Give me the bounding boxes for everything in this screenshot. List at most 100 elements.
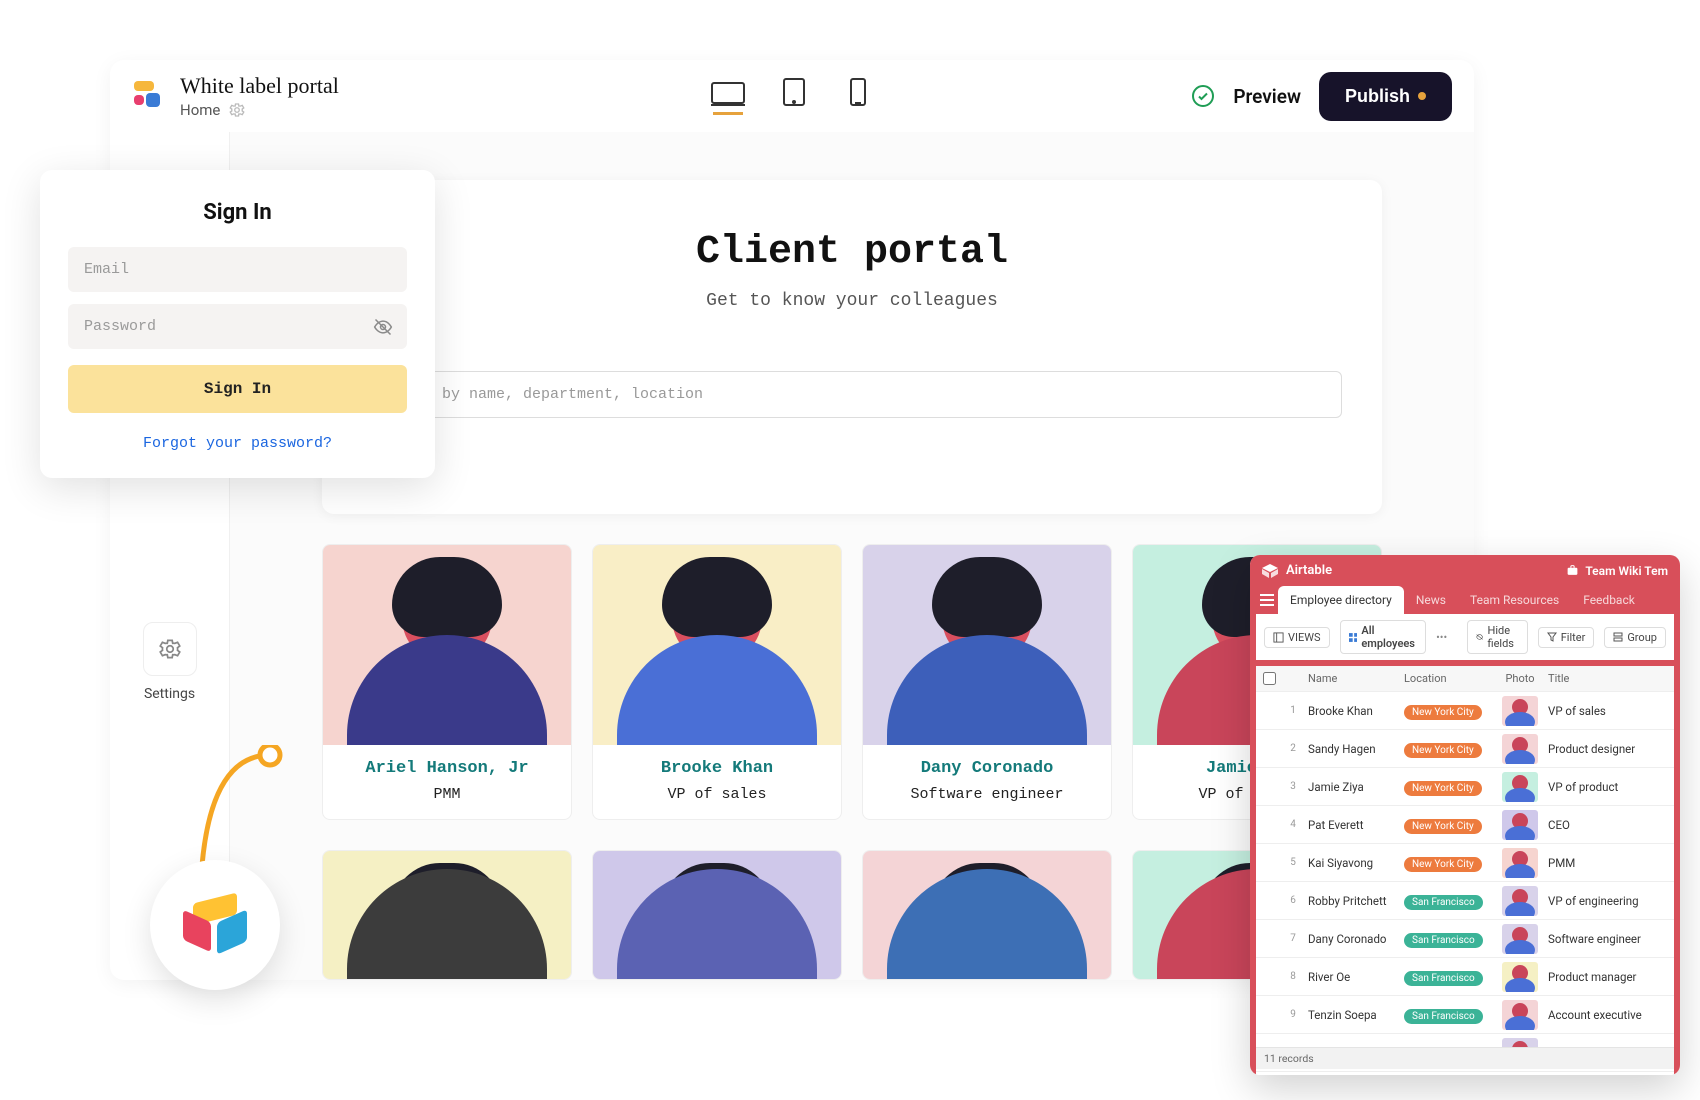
hamburger-icon[interactable] — [1256, 586, 1278, 614]
person-illustration — [863, 851, 1111, 979]
person-card[interactable] — [862, 850, 1112, 980]
cell-name[interactable]: Kai Siyavong — [1304, 856, 1404, 870]
cell-title[interactable]: CEO — [1544, 818, 1674, 832]
photo-thumb[interactable] — [1502, 772, 1538, 802]
person-card[interactable] — [592, 850, 842, 980]
select-all-checkbox[interactable] — [1263, 672, 1276, 685]
publish-button-label: Publish — [1345, 86, 1410, 107]
airtable-workspace-name[interactable]: Team Wiki Tem — [1566, 564, 1668, 578]
photo-thumb[interactable] — [1502, 696, 1538, 726]
portal-subtitle: Get to know your colleagues — [362, 291, 1342, 311]
page-title: White label portal — [180, 73, 339, 99]
table-row[interactable]: 9Tenzin SoepaSan FranciscoAccount execut… — [1256, 996, 1674, 1034]
gear-icon[interactable] — [228, 101, 246, 119]
desktop-icon — [711, 82, 745, 106]
table-row[interactable]: 8River OeSan FranciscoProduct manager — [1256, 958, 1674, 996]
breadcrumb[interactable]: Home — [180, 101, 220, 119]
signin-button[interactable]: Sign In — [68, 365, 407, 413]
cell-title[interactable]: VP of engineering — [1544, 894, 1674, 908]
person-name: Dany Coronado — [921, 759, 1054, 778]
eye-off-icon[interactable] — [373, 317, 393, 337]
person-card[interactable] — [322, 850, 572, 980]
hide-fields-button[interactable]: Hide fields — [1467, 620, 1527, 654]
status-check-icon — [1191, 84, 1215, 108]
view-selector[interactable]: All employees — [1340, 620, 1427, 654]
cell-title[interactable]: Product manager — [1544, 970, 1674, 984]
photo-thumb[interactable] — [1502, 962, 1538, 992]
cell-title[interactable]: VP of sales — [1544, 704, 1674, 718]
person-name: Brooke Khan — [661, 759, 773, 778]
person-card[interactable]: Ariel Hanson, JrPMM — [322, 544, 572, 820]
views-button[interactable]: VIEWS — [1264, 627, 1330, 648]
cell-title[interactable]: Account executive — [1544, 1008, 1674, 1022]
person-card[interactable]: Dany CoronadoSoftware engineer — [862, 544, 1112, 820]
airtable-brand: Airtable — [1286, 563, 1332, 578]
row-index: 1 — [1282, 705, 1304, 716]
table-row[interactable]: 1Brooke KhanNew York CityVP of sales — [1256, 692, 1674, 730]
photo-thumb[interactable] — [1502, 886, 1538, 916]
table-row[interactable]: 3Jamie ZiyaNew York CityVP of product — [1256, 768, 1674, 806]
device-desktop-button[interactable] — [711, 82, 745, 115]
gear-icon — [157, 636, 183, 662]
cell-name[interactable]: Brooke Khan — [1304, 704, 1404, 718]
record-count: 11 records — [1256, 1047, 1674, 1069]
photo-thumb[interactable] — [1502, 1000, 1538, 1030]
airtable-tab[interactable]: Employee directory — [1278, 586, 1404, 614]
device-mobile-button[interactable] — [843, 78, 873, 115]
preview-link[interactable]: Preview — [1233, 85, 1301, 108]
airtable-grid: Name Location Photo Title 1Brooke KhanNe… — [1250, 666, 1680, 1075]
cell-name[interactable]: Jamie Ziya — [1304, 780, 1404, 794]
airtable-logo-icon — [1262, 564, 1278, 578]
forgot-password-link[interactable]: Forgot your password? — [68, 435, 407, 452]
email-field[interactable] — [68, 247, 407, 292]
tablet-icon — [783, 78, 805, 106]
table-row[interactable]: 6Robby PritchettSan FranciscoVP of engin… — [1256, 882, 1674, 920]
group-icon — [1613, 632, 1623, 642]
airtable-tab[interactable]: Team Resources — [1458, 586, 1571, 614]
group-button[interactable]: Group — [1604, 627, 1666, 648]
column-header-photo[interactable]: Photo — [1496, 672, 1544, 685]
photo-thumb[interactable] — [1502, 734, 1538, 764]
signin-title: Sign In — [68, 200, 407, 225]
cell-title[interactable]: Software engineer — [1544, 932, 1674, 946]
cell-title[interactable]: VP of product — [1544, 780, 1674, 794]
search-input[interactable] — [362, 371, 1342, 418]
photo-thumb[interactable] — [1502, 924, 1538, 954]
person-illustration — [323, 545, 571, 745]
more-icon[interactable]: ••• — [1436, 631, 1447, 644]
airtable-window: Airtable Team Wiki Tem Employee director… — [1250, 555, 1680, 1075]
settings-button[interactable] — [143, 622, 197, 676]
cell-name[interactable]: Sandy Hagen — [1304, 742, 1404, 756]
person-role: PMM — [433, 786, 460, 803]
cell-name[interactable]: Dany Coronado — [1304, 932, 1404, 946]
cell-name[interactable]: Tenzin Soepa — [1304, 1008, 1404, 1022]
password-field[interactable] — [68, 304, 407, 349]
filter-button[interactable]: Filter — [1538, 627, 1595, 648]
mobile-icon — [850, 78, 866, 106]
cell-name[interactable]: Robby Pritchett — [1304, 894, 1404, 908]
airtable-tab[interactable]: News — [1404, 586, 1458, 614]
photo-thumb[interactable] — [1502, 848, 1538, 878]
airtable-bubble[interactable] — [150, 860, 280, 990]
table-row[interactable]: 4Pat EverettNew York CityCEO — [1256, 806, 1674, 844]
publish-button[interactable]: Publish — [1319, 72, 1452, 121]
cell-title[interactable]: Product designer — [1544, 742, 1674, 756]
table-row[interactable]: 2Sandy HagenNew York CityProduct designe… — [1256, 730, 1674, 768]
location-badge: New York City — [1404, 857, 1482, 872]
cell-title[interactable]: PMM — [1544, 856, 1674, 870]
photo-thumb[interactable] — [1502, 810, 1538, 840]
table-row[interactable]: 7Dany CoronadoSan FranciscoSoftware engi… — [1256, 920, 1674, 958]
table-row[interactable]: 5Kai SiyavongNew York CityPMM — [1256, 844, 1674, 882]
person-card[interactable]: Brooke KhanVP of sales — [592, 544, 842, 820]
column-header-title[interactable]: Title — [1544, 672, 1674, 685]
airtable-tabs: Employee directoryNewsTeam ResourcesFeed… — [1250, 586, 1680, 614]
cell-name[interactable]: Pat Everett — [1304, 818, 1404, 832]
row-index: 2 — [1282, 743, 1304, 754]
airtable-tab[interactable]: Feedback — [1571, 586, 1647, 614]
device-tablet-button[interactable] — [779, 78, 809, 115]
location-badge: San Francisco — [1404, 971, 1483, 986]
column-header-location[interactable]: Location — [1404, 672, 1496, 685]
cell-name[interactable]: River Oe — [1304, 970, 1404, 984]
column-header-name[interactable]: Name — [1304, 672, 1404, 685]
briefcase-icon — [1566, 564, 1579, 577]
